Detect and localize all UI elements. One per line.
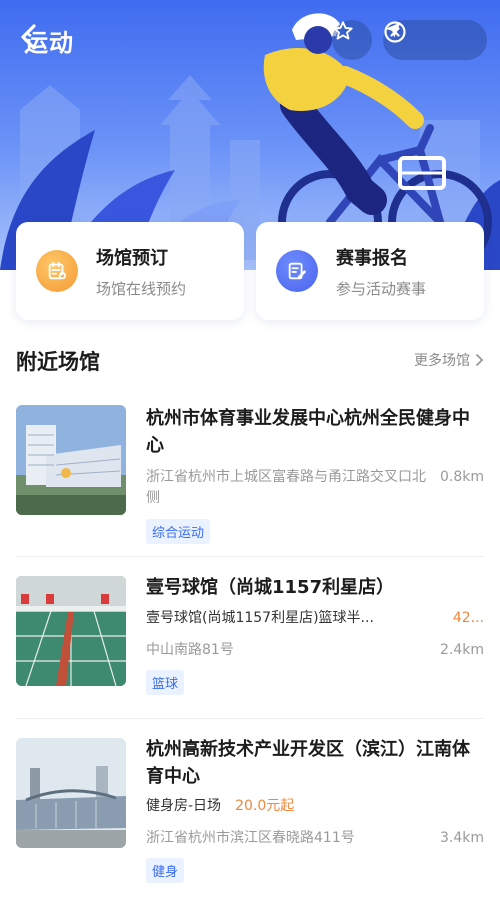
venue-thumbnail — [16, 576, 126, 686]
venue-thumbnail — [16, 738, 126, 848]
venue-distance: 3.4km — [439, 830, 484, 846]
venue-price: 42... — [452, 610, 484, 626]
venue-product: 壹号球馆(尚城1157利星店)篮球半... — [146, 610, 374, 626]
more-venues-label: 更多场馆 — [414, 353, 470, 369]
venue-address: 中山南路81号 — [146, 642, 234, 658]
event-signup-card[interactable]: 赛事报名 参与活动赛事 — [256, 222, 484, 320]
venue-thumbnail — [16, 405, 126, 515]
close-button[interactable] — [384, 20, 487, 60]
venue-address: 浙江省杭州市滨江区春晓路411号 — [146, 830, 355, 846]
venue-product: 健身房-日场 — [146, 798, 222, 814]
venue-distance: 2.4km — [439, 642, 484, 658]
venue-name: 壹号球馆（尚城1157利星店） — [146, 577, 395, 598]
close-circle-icon — [384, 21, 406, 43]
calendar-icon — [36, 250, 78, 292]
venue-list-item[interactable]: 杭州市体育事业发展中心杭州全民健身中心 浙江省杭州市上城区富春路与甬江路交叉口北… — [16, 405, 484, 545]
venue-booking-subtitle: 场馆在线预约 — [96, 279, 187, 298]
star-icon — [333, 21, 353, 40]
venue-name: 杭州市体育事业发展中心杭州全民健身中心 — [146, 408, 470, 456]
back-button[interactable]: 运动 — [18, 22, 74, 58]
venue-category-tag: 健身 — [146, 858, 185, 883]
top-bar: 运动 — [0, 0, 500, 80]
venue-booking-title: 场馆预订 — [96, 247, 168, 269]
venue-list-item[interactable]: 壹号球馆（尚城1157利星店） 壹号球馆(尚城1157利星店)篮球半... 42… — [16, 574, 484, 706]
venue-distance: 0.8km — [439, 469, 484, 485]
venue-list-item[interactable]: 杭州高新技术产业开发区（滨江）江南体育中心 健身房-日场 20.0元起 浙江省杭… — [16, 736, 484, 886]
divider — [16, 718, 484, 719]
nearby-venues-heading: 附近场馆 — [16, 350, 100, 374]
favorite-button[interactable] — [332, 20, 372, 60]
miniapp-capsule — [383, 20, 487, 60]
venue-address: 浙江省杭州市上城区富春路与甬江路交叉口北侧 — [146, 469, 426, 506]
venue-booking-card[interactable]: 场馆预订 场馆在线预约 — [16, 222, 244, 320]
more-venues-link[interactable]: 更多场馆 — [414, 350, 484, 370]
venue-price: 20.0元起 — [235, 798, 295, 814]
edit-form-icon — [276, 250, 318, 292]
venue-category-tag: 综合运动 — [146, 519, 211, 544]
venue-category-tag: 篮球 — [146, 670, 185, 695]
event-signup-subtitle: 参与活动赛事 — [336, 279, 427, 298]
chevron-right-icon — [476, 354, 484, 366]
venue-name: 杭州高新技术产业开发区（滨江）江南体育中心 — [146, 739, 470, 787]
event-signup-title: 赛事报名 — [336, 247, 408, 269]
chevron-left-icon — [21, 24, 36, 50]
divider — [16, 556, 484, 557]
